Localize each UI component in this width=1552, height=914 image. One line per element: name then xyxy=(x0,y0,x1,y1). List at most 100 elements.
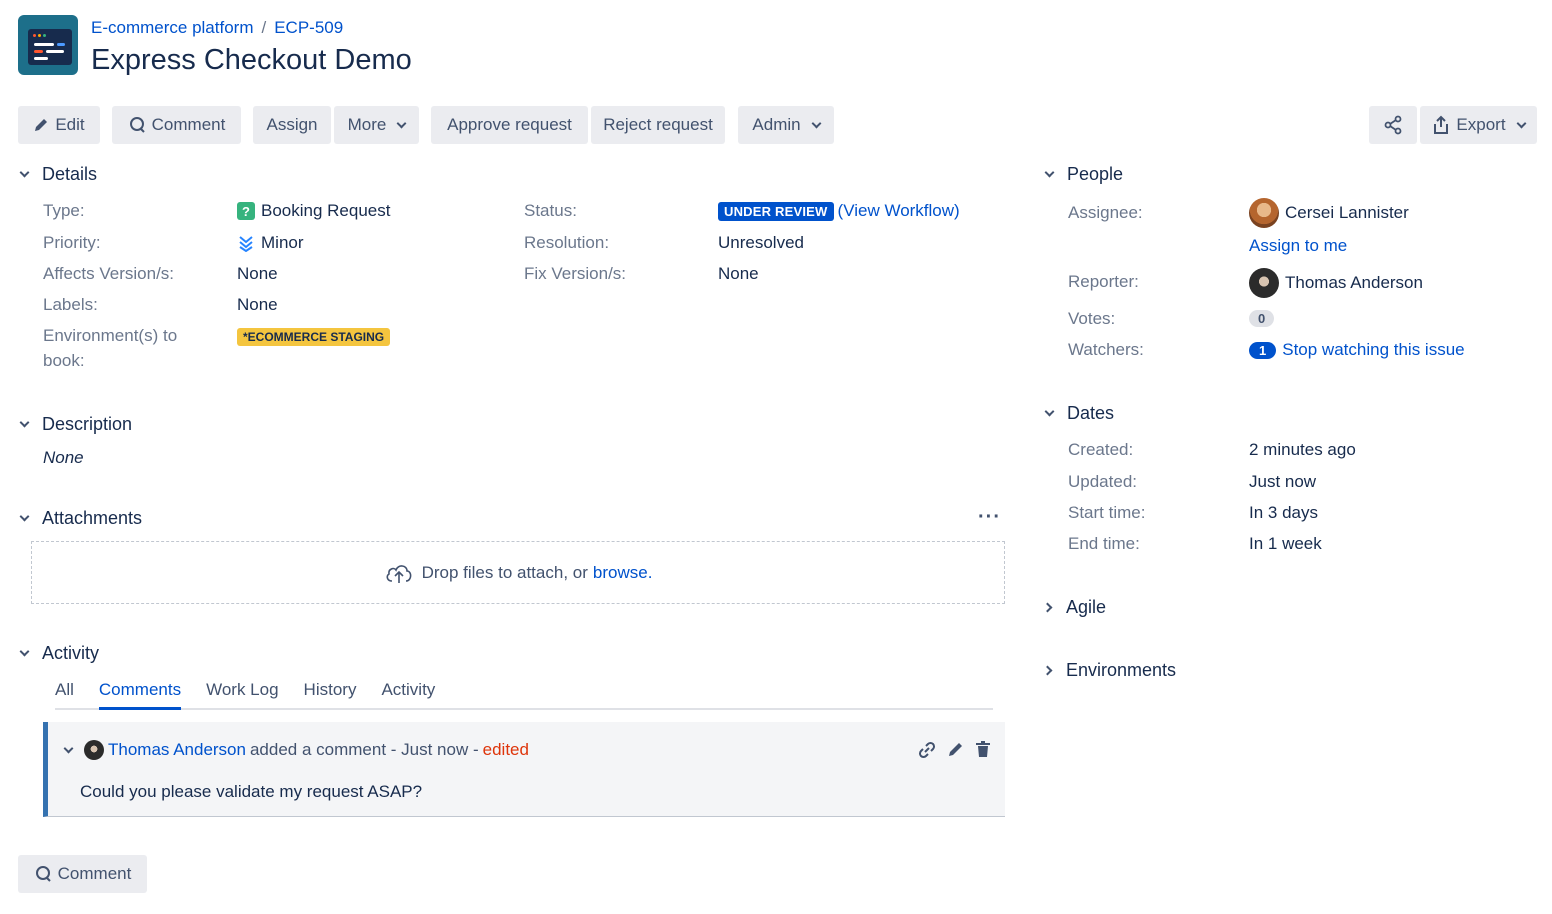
environments-header: Environments xyxy=(1066,660,1177,680)
link-icon[interactable] xyxy=(917,740,937,760)
tab-history[interactable]: History xyxy=(304,680,357,708)
activity-section-toggle[interactable]: Activity xyxy=(18,643,99,664)
cloud-upload-icon xyxy=(386,564,412,583)
assignee-label: Assignee: xyxy=(1068,203,1143,222)
assign-button[interactable]: Assign xyxy=(253,106,331,144)
comment-meta: added a comment - Just now - xyxy=(249,740,479,759)
description-value[interactable]: None xyxy=(43,448,84,468)
people-header: People xyxy=(1067,164,1124,184)
watchers-label: Watchers: xyxy=(1068,340,1144,359)
comment-icon xyxy=(129,117,145,133)
dates-header: Dates xyxy=(1067,403,1115,423)
pencil-icon[interactable] xyxy=(947,740,965,758)
tab-comments[interactable]: Comments xyxy=(98,680,182,710)
status-lozenge: UNDER REVIEW xyxy=(718,201,834,221)
export-icon xyxy=(1434,115,1449,134)
affects-version-value: None xyxy=(237,264,278,283)
watchers-count-badge[interactable]: 1 xyxy=(1249,341,1277,359)
resolution-value: Unresolved xyxy=(718,233,804,252)
attachments-more-icon[interactable]: ··· xyxy=(978,506,1001,529)
activity-header: Activity xyxy=(42,643,100,663)
trash-icon[interactable] xyxy=(975,740,991,758)
details-header: Details xyxy=(42,164,98,184)
dates-section-toggle[interactable]: Dates xyxy=(1043,403,1114,424)
description-section-toggle[interactable]: Description xyxy=(18,414,132,435)
reporter-avatar xyxy=(1249,268,1279,298)
breadcrumb-issue-link[interactable]: ECP-509 xyxy=(274,18,343,38)
assignee-name: Cersei Lannister xyxy=(1285,203,1409,222)
people-section-toggle[interactable]: People xyxy=(1043,164,1123,185)
agile-section-toggle[interactable]: Agile xyxy=(1042,597,1107,618)
chevron-down-icon xyxy=(19,511,30,522)
comment-header: Thomas Anderson added a comment - Just n… xyxy=(62,740,529,760)
affects-version-label: Affects Version/s: xyxy=(43,264,175,283)
chevron-right-icon xyxy=(1042,602,1053,613)
fix-version-value: None xyxy=(718,264,759,283)
tab-all[interactable]: All xyxy=(55,680,74,708)
comment-label: Comment xyxy=(151,115,226,134)
browse-link[interactable]: browse. xyxy=(593,563,653,583)
chevron-down-icon xyxy=(1516,118,1527,128)
assign-to-me-link[interactable]: Assign to me xyxy=(1249,236,1347,256)
resolution-label: Resolution: xyxy=(524,233,610,252)
share-icon xyxy=(1384,115,1402,135)
attachments-section-toggle[interactable]: Attachments xyxy=(18,508,142,529)
chevron-down-icon xyxy=(396,118,407,128)
votes-value[interactable]: 0 xyxy=(1249,310,1275,327)
description-header: Description xyxy=(42,414,133,434)
type-value: ? Booking Request xyxy=(237,201,390,221)
type-text: Booking Request xyxy=(261,201,391,220)
votes-count-badge: 0 xyxy=(1249,310,1275,327)
attachment-dropzone[interactable]: Drop files to attach, or browse. xyxy=(31,541,1005,604)
issue-title[interactable]: Express Checkout Demo xyxy=(91,44,412,77)
comment-icon xyxy=(35,866,51,882)
more-label: More xyxy=(347,115,387,134)
reporter-value[interactable]: Thomas Anderson xyxy=(1249,268,1423,298)
environments-section-toggle[interactable]: Environments xyxy=(1042,660,1177,681)
export-button[interactable]: Export xyxy=(1420,106,1537,144)
tab-activity[interactable]: Activity xyxy=(381,680,435,708)
more-button[interactable]: More xyxy=(334,106,419,144)
add-comment-label: Comment xyxy=(57,864,132,883)
admin-button[interactable]: Admin xyxy=(738,106,834,144)
details-section-toggle[interactable]: Details xyxy=(18,164,97,185)
updated-label: Updated: xyxy=(1068,472,1137,491)
comment-body: Could you please validate my request ASA… xyxy=(80,782,423,801)
chevron-down-icon xyxy=(1044,406,1055,417)
tab-work-log[interactable]: Work Log xyxy=(206,680,278,708)
chevron-right-icon xyxy=(1042,665,1053,676)
breadcrumb: E-commerce platform / ECP-509 xyxy=(91,18,343,38)
reporter-label: Reporter: xyxy=(1068,272,1139,291)
chevron-down-icon xyxy=(1044,167,1055,178)
environment-value: *ECOMMERCE STAGING xyxy=(237,328,391,346)
view-workflow-link[interactable]: (View Workflow) xyxy=(838,201,960,221)
chevron-down-icon xyxy=(811,118,822,128)
pencil-icon xyxy=(35,119,48,131)
assignee-value[interactable]: Cersei Lannister xyxy=(1249,198,1409,228)
watchers-value: 1 Stop watching this issue xyxy=(1249,340,1465,360)
fix-version-label: Fix Version/s: xyxy=(524,264,627,283)
share-button[interactable] xyxy=(1369,106,1417,144)
dropzone-text: Drop files to attach, or xyxy=(421,562,588,582)
status-value: UNDER REVIEW (View Workflow) xyxy=(718,201,960,221)
agile-header: Agile xyxy=(1066,597,1107,617)
add-comment-button[interactable]: Comment xyxy=(18,855,147,893)
approve-request-button[interactable]: Approve request xyxy=(431,106,588,144)
comment-button[interactable]: Comment xyxy=(112,106,241,144)
status-label: Status: xyxy=(524,201,577,220)
comment-author-link[interactable]: Thomas Anderson xyxy=(108,740,246,760)
labels-label: Labels: xyxy=(43,295,98,314)
labels-value[interactable]: None xyxy=(237,295,278,315)
edit-button[interactable]: Edit xyxy=(18,106,100,144)
question-icon: ? xyxy=(237,202,255,220)
reject-request-button[interactable]: Reject request xyxy=(591,106,725,144)
comment-edited-label[interactable]: edited xyxy=(483,740,529,760)
stop-watching-link[interactable]: Stop watching this issue xyxy=(1282,340,1464,360)
assign-label: Assign xyxy=(266,115,318,134)
collapse-comment-icon[interactable] xyxy=(63,743,74,753)
breadcrumb-project-link[interactable]: E-commerce platform xyxy=(91,18,253,38)
project-avatar-icon[interactable] xyxy=(18,15,78,75)
comment-author-avatar[interactable] xyxy=(84,740,104,760)
end-time-value: In 1 week xyxy=(1249,534,1322,553)
environment-lozenge: *ECOMMERCE STAGING xyxy=(237,328,391,346)
